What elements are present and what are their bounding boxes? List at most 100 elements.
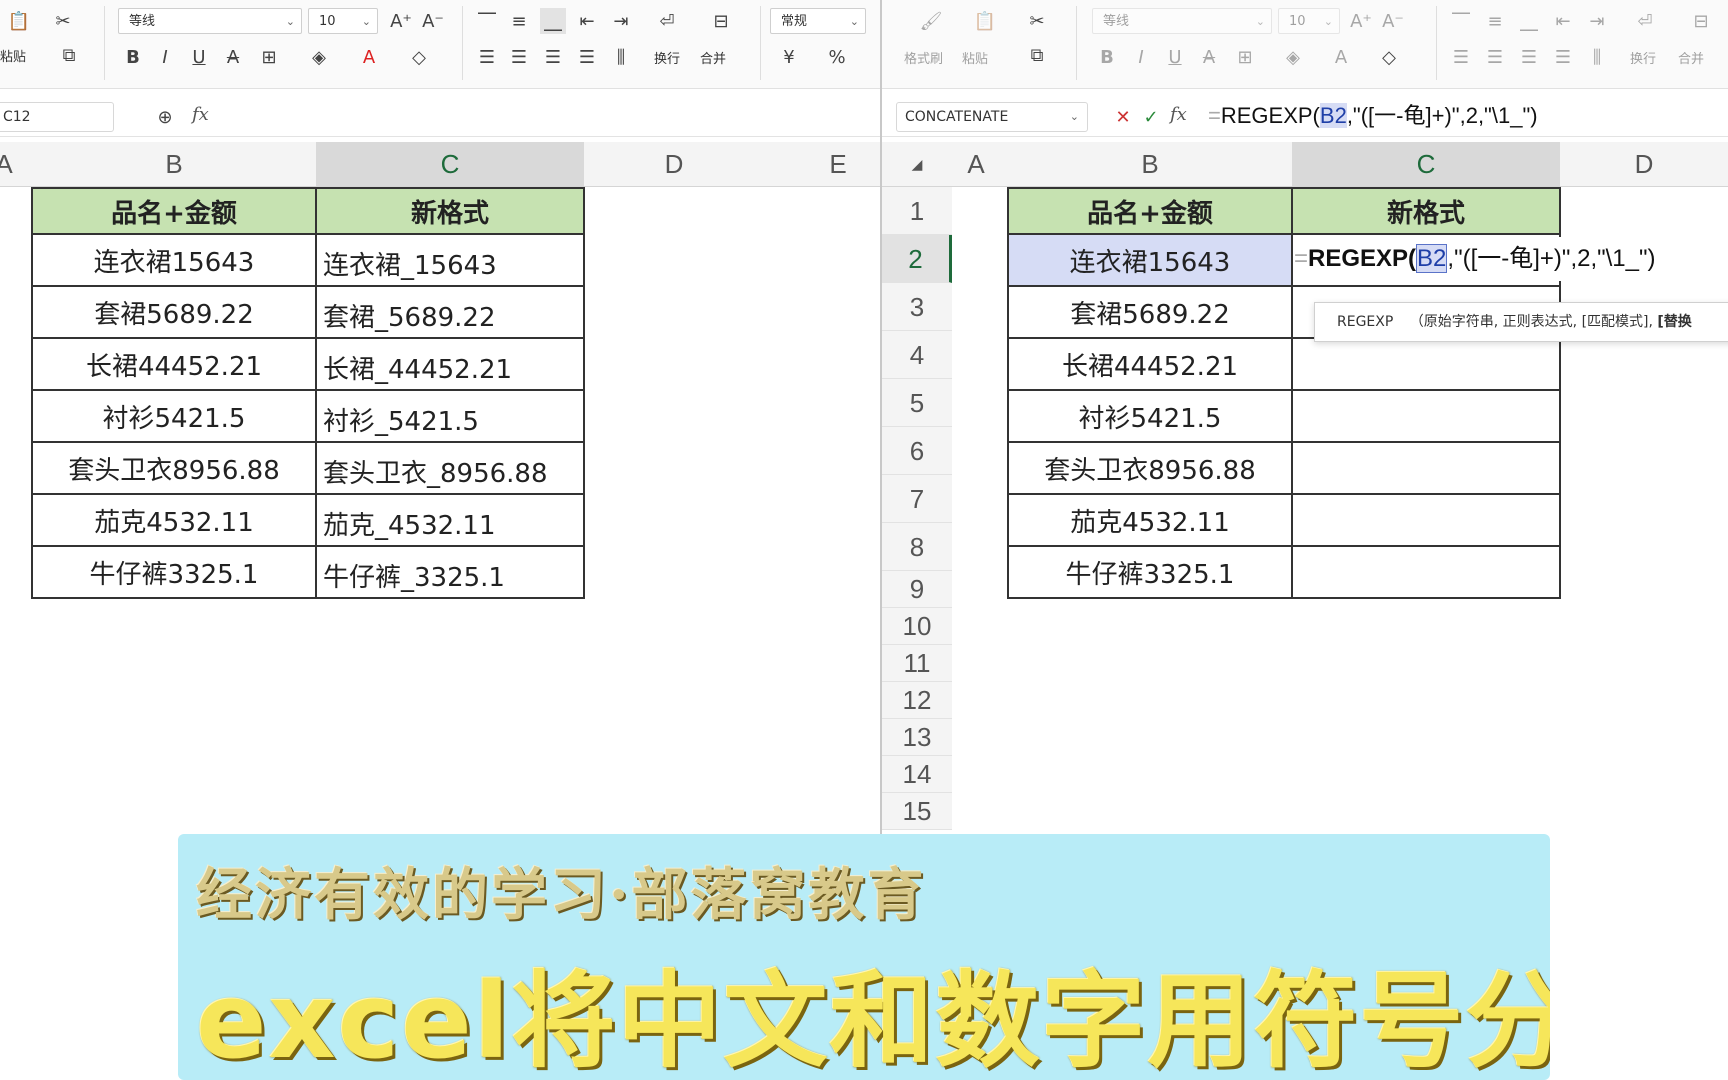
merge-cells-icon[interactable]: ⊟: [708, 8, 734, 34]
header-cell-new-format[interactable]: 新格式: [315, 187, 585, 235]
cell-editor[interactable]: =REGEXP(B2,"([一-龟]+)",2,"\1_"): [1294, 237, 1728, 281]
currency-button[interactable]: ¥: [776, 44, 802, 70]
cell-original[interactable]: 牛仔裤3325.1: [1007, 545, 1293, 599]
copy-icon[interactable]: ⧉: [1024, 42, 1050, 68]
align-right-icon[interactable]: ☰: [540, 44, 566, 70]
wrap-text-icon[interactable]: ⏎: [1632, 8, 1658, 34]
justify-icon[interactable]: ☰: [1550, 44, 1576, 70]
row-header[interactable]: 12: [882, 682, 952, 719]
row-header[interactable]: 15: [882, 793, 952, 830]
bold-icon[interactable]: B: [120, 44, 146, 70]
row-header[interactable]: 9: [882, 571, 952, 608]
clear-format-icon[interactable]: ◇: [1376, 44, 1402, 70]
row-header[interactable]: 4: [882, 331, 952, 379]
italic-icon[interactable]: I: [1128, 44, 1154, 70]
paste-button[interactable]: 粘贴: [962, 48, 988, 67]
header-cell-new-format[interactable]: 新格式: [1291, 187, 1561, 235]
cell-original[interactable]: 长裙44452.21: [1007, 337, 1293, 391]
zoom-icon[interactable]: ⊕: [152, 104, 178, 130]
cell-original[interactable]: 牛仔裤3325.1: [31, 545, 317, 599]
column-header-b[interactable]: B: [32, 142, 316, 186]
align-left-icon[interactable]: ☰: [474, 44, 500, 70]
cell-new-format[interactable]: 牛仔裤_3325.1: [315, 545, 585, 599]
distribute-icon[interactable]: ⫼: [1584, 44, 1610, 70]
row-header[interactable]: 10: [882, 608, 952, 645]
cell-original[interactable]: 长裙44452.21: [31, 337, 317, 391]
merge-cells-button[interactable]: 合并: [1678, 48, 1704, 67]
cell-new-format[interactable]: [1291, 389, 1561, 443]
strikethrough-icon[interactable]: A: [220, 44, 246, 70]
merge-cells-button[interactable]: 合并: [700, 48, 726, 67]
paste-button[interactable]: 粘贴: [0, 46, 26, 65]
italic-icon[interactable]: I: [152, 44, 178, 70]
column-header-d[interactable]: D: [584, 142, 764, 186]
column-header-b[interactable]: B: [1008, 142, 1292, 186]
copy-icon[interactable]: ⧉: [56, 42, 82, 68]
header-cell-name-amount[interactable]: 品名+金额: [31, 187, 317, 235]
indent-increase-icon[interactable]: ⇥: [608, 8, 634, 34]
decrease-font-icon[interactable]: A⁻: [1380, 8, 1406, 34]
cell-new-format[interactable]: [1291, 337, 1561, 391]
decrease-font-icon[interactable]: A⁻: [420, 8, 446, 34]
font-color-icon[interactable]: A: [356, 44, 382, 70]
justify-icon[interactable]: ☰: [574, 44, 600, 70]
font-name-select[interactable]: 等线 ⌄: [1092, 8, 1272, 34]
formula-input[interactable]: [226, 104, 866, 132]
name-box[interactable]: C12: [0, 102, 114, 132]
row-header[interactable]: 13: [882, 719, 952, 756]
border-icon[interactable]: ⊞: [256, 44, 282, 70]
indent-increase-icon[interactable]: ⇥: [1584, 8, 1610, 34]
row-header[interactable]: 7: [882, 475, 952, 523]
align-right-icon[interactable]: ☰: [1516, 44, 1542, 70]
cell-original[interactable]: 连衣裙15643: [1007, 233, 1293, 287]
row-header[interactable]: 14: [882, 756, 952, 793]
cut-icon[interactable]: ✂: [50, 8, 76, 34]
cell-original[interactable]: 衬衫5421.5: [1007, 389, 1293, 443]
function-icon[interactable]: fx: [192, 104, 209, 125]
cell-new-format[interactable]: 套裙_5689.22: [315, 285, 585, 339]
wrap-text-icon[interactable]: ⏎: [654, 8, 680, 34]
cell-original[interactable]: 套头卫衣8956.88: [31, 441, 317, 495]
cell-original[interactable]: 茄克4532.11: [1007, 493, 1293, 547]
merge-cells-icon[interactable]: ⊟: [1688, 8, 1714, 34]
strikethrough-icon[interactable]: A: [1196, 44, 1222, 70]
row-header[interactable]: 3: [882, 283, 952, 331]
formula-input[interactable]: =REGEXP(B2,"([一-龟]+)",2,"\1_"): [1208, 100, 1538, 132]
bold-icon[interactable]: B: [1094, 44, 1120, 70]
cancel-icon[interactable]: ✕: [1110, 104, 1136, 130]
cell-new-format[interactable]: [1291, 545, 1561, 599]
column-header-c[interactable]: C: [1292, 142, 1560, 186]
paste-icon[interactable]: 📋: [6, 8, 32, 34]
cell-new-format[interactable]: 套头卫衣_8956.88: [315, 441, 585, 495]
column-header-c[interactable]: C: [316, 142, 584, 186]
cell-original[interactable]: 套裙5689.22: [1007, 285, 1293, 339]
cell-new-format[interactable]: 茄克_4532.11: [315, 493, 585, 547]
align-middle-icon[interactable]: ≡: [1482, 8, 1508, 34]
font-name-select[interactable]: 等线 ⌄: [118, 8, 302, 34]
align-center-icon[interactable]: ☰: [1482, 44, 1508, 70]
column-header-d[interactable]: D: [1560, 142, 1728, 186]
percent-button[interactable]: %: [824, 44, 850, 70]
row-header[interactable]: 6: [882, 427, 952, 475]
indent-decrease-icon[interactable]: ⇤: [574, 8, 600, 34]
fill-color-icon[interactable]: ◈: [306, 44, 332, 70]
indent-decrease-icon[interactable]: ⇤: [1550, 8, 1576, 34]
format-painter-button[interactable]: 格式刷: [904, 48, 943, 67]
distribute-icon[interactable]: ⫼: [608, 44, 634, 70]
align-bottom-icon[interactable]: ⎽: [1516, 8, 1542, 34]
confirm-icon[interactable]: ✓: [1138, 104, 1164, 130]
align-left-icon[interactable]: ☰: [1448, 44, 1474, 70]
cell-new-format[interactable]: 连衣裙_15643: [315, 233, 585, 287]
align-top-icon[interactable]: ⎺: [474, 8, 500, 34]
wrap-text-button[interactable]: 换行: [1630, 48, 1656, 67]
name-box[interactable]: CONCATENATE ⌄: [896, 102, 1088, 132]
font-size-select[interactable]: 10 ⌄: [308, 8, 378, 34]
select-all-icon[interactable]: ◢: [882, 142, 952, 186]
font-size-select[interactable]: 10 ⌄: [1278, 8, 1340, 34]
cell-original[interactable]: 套头卫衣8956.88: [1007, 441, 1293, 495]
increase-font-icon[interactable]: A⁺: [1348, 8, 1374, 34]
cell-new-format[interactable]: 长裙_44452.21: [315, 337, 585, 391]
fill-color-icon[interactable]: ◈: [1280, 44, 1306, 70]
font-color-icon[interactable]: A: [1328, 44, 1354, 70]
clear-format-icon[interactable]: ◇: [406, 44, 432, 70]
